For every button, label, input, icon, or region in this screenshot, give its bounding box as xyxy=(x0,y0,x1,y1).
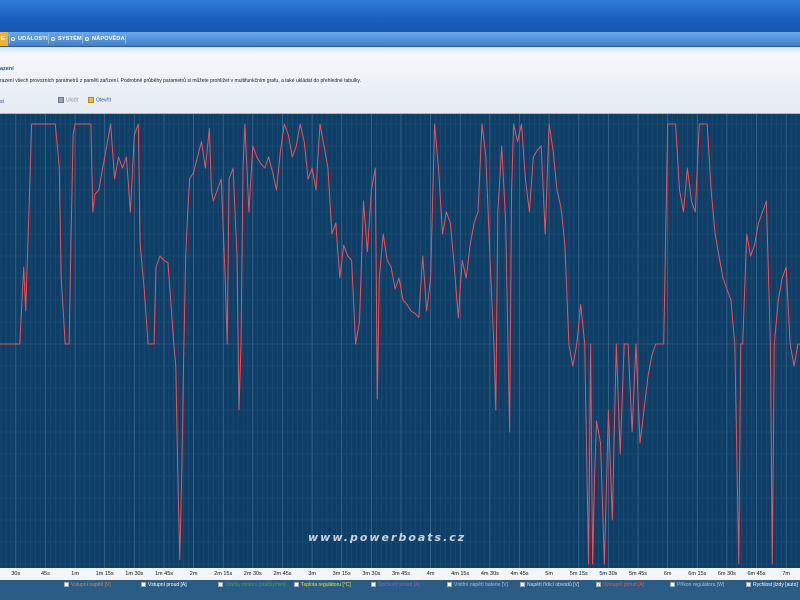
menu-separator xyxy=(9,34,10,44)
line-chart[interactable] xyxy=(0,114,800,568)
toolbar-left-button[interactable]: st xyxy=(0,99,4,105)
x-tick-label: 6m 45s xyxy=(747,571,766,577)
x-tick-label: 1m 45s xyxy=(154,571,174,577)
section-title: azení xyxy=(0,66,14,72)
legend-label: Napětí řídicí obvodů [V] xyxy=(527,582,580,588)
x-tick-label: 1m xyxy=(71,571,79,577)
checkbox-icon[interactable] xyxy=(670,582,675,588)
x-tick-label: 6m xyxy=(663,571,672,577)
x-tick-label: 30s xyxy=(11,571,21,577)
x-tick-label: 5m 45s xyxy=(628,571,648,577)
x-tick-label: 2m 15s xyxy=(214,571,233,577)
x-tick-label: 3m xyxy=(308,571,316,577)
x-tick-label: 3m 45s xyxy=(391,571,411,577)
legend-item[interactable]: Otáčky motoru [otáčky/min] xyxy=(218,582,286,588)
checkbox-checked-icon[interactable]: ✓ xyxy=(596,582,601,588)
panel-header-stripe xyxy=(0,47,800,55)
legend-label: Rychlost jízdy [auto] xyxy=(753,582,798,588)
x-tick-label: 1m 15s xyxy=(95,571,114,577)
legend-label: Vstupní napětí [V] xyxy=(71,582,111,588)
legend-item[interactable]: ✓ Výstupní proud [A] xyxy=(596,582,644,588)
checkbox-icon[interactable] xyxy=(294,582,299,588)
save-icon xyxy=(58,97,64,103)
tab-napoveda-label: NÁPOVĚDA xyxy=(92,36,125,42)
x-tick-label: 3m 30s xyxy=(362,571,381,577)
tab-udalosti[interactable]: UDÁLOSTI xyxy=(11,32,48,46)
legend-label: Výstupní proud [A] xyxy=(603,582,645,588)
checkbox-icon[interactable] xyxy=(371,582,376,588)
tab-bullet-icon xyxy=(85,36,89,41)
chart-background xyxy=(0,114,800,568)
tab-system-label: SYSTÉM xyxy=(58,36,82,42)
x-tick-label: 5m xyxy=(545,571,553,577)
x-tick-label: 6m 15s xyxy=(688,571,707,577)
x-tick-label: 45s xyxy=(40,571,50,577)
x-tick-label: 6m 30s xyxy=(717,571,736,577)
save-button[interactable]: Uložit xyxy=(58,97,79,103)
folder-open-icon xyxy=(88,97,94,103)
checkbox-icon[interactable] xyxy=(520,582,525,588)
legend-label: Teplota regulátoru [°C] xyxy=(301,582,351,588)
x-tick-label: 2m 45s xyxy=(273,571,292,577)
open-button[interactable]: Otevřít xyxy=(88,97,111,103)
legend-label: Vstupní proud [A] xyxy=(148,582,187,588)
x-tick-label: 7m xyxy=(782,571,791,577)
legend-item[interactable]: Vstupní napětí [V] xyxy=(64,582,111,588)
x-tick-label: 4m 30s xyxy=(480,571,499,577)
legend-item[interactable]: Rychlost jízdy [auto] xyxy=(746,582,798,588)
menu-separator xyxy=(82,34,83,44)
x-tick-label: 2m xyxy=(189,571,198,577)
window-title-bar xyxy=(0,0,800,32)
x-tick-label: 4m xyxy=(426,571,435,577)
legend-item[interactable]: Teplota regulátoru [°C] xyxy=(294,582,351,588)
x-tick-label: 3m 15s xyxy=(332,571,351,577)
tab-napoveda[interactable]: NÁPOVĚDA xyxy=(85,32,125,46)
watermark: www.powerboats.cz xyxy=(308,531,467,544)
chart-legend: Vstupní napětí [V] Vstupní proud [A] Otáčk… xyxy=(0,580,800,600)
tab-active[interactable]: E xyxy=(0,32,8,46)
menu-separator xyxy=(48,34,49,44)
legend-label: Vnitřní napětí baterie [V] xyxy=(454,582,508,588)
x-tick-label: 4m 45s xyxy=(510,571,529,577)
section-description: razení všech provozních parametrů z pamě… xyxy=(0,78,361,84)
legend-item[interactable]: Napětí řídicí obvodů [V] xyxy=(520,582,579,588)
menu-separator xyxy=(125,34,126,44)
x-tick-label: 2m 30s xyxy=(243,571,262,577)
legend-label: Špičkový proud [A] xyxy=(378,582,420,588)
tab-system[interactable]: SYSTÉM xyxy=(51,32,82,46)
checkbox-icon[interactable] xyxy=(141,582,146,588)
menu-bar: E UDÁLOSTI SYSTÉM NÁPOVĚDA xyxy=(0,32,800,47)
tab-bullet-icon xyxy=(11,36,15,41)
save-button-label: Uložit xyxy=(66,97,79,104)
legend-item[interactable]: Vnitřní napětí baterie [V] xyxy=(447,582,508,588)
tab-active-label: E xyxy=(1,36,5,42)
tab-udalosti-label: UDÁLOSTI xyxy=(18,36,48,42)
legend-item[interactable]: Příkon regulátoru [W] xyxy=(670,582,724,588)
x-tick-label: 1m 30s xyxy=(125,571,144,577)
x-tick-label: 4m 15s xyxy=(451,571,470,577)
legend-item[interactable]: Špičkový proud [A] xyxy=(371,582,420,588)
checkbox-icon[interactable] xyxy=(447,582,452,588)
x-tick-label: 5m 15s xyxy=(569,571,588,577)
checkbox-icon[interactable] xyxy=(746,582,751,588)
checkbox-icon[interactable] xyxy=(64,582,69,588)
x-tick-label: 5m 30s xyxy=(599,571,618,577)
checkbox-icon[interactable] xyxy=(218,582,223,588)
x-axis: 30s 45s 1m 1m 15s 1m 30s 1m 45s 2m 2m 15s 2m 30s… xyxy=(0,568,800,580)
legend-label: Příkon regulátoru [W] xyxy=(677,582,725,588)
legend-item[interactable]: Vstupní proud [A] xyxy=(141,582,187,588)
open-button-label: Otevřít xyxy=(96,97,112,104)
tab-bullet-icon xyxy=(51,36,55,41)
legend-label: Otáčky motoru [otáčky/min] xyxy=(225,582,286,588)
